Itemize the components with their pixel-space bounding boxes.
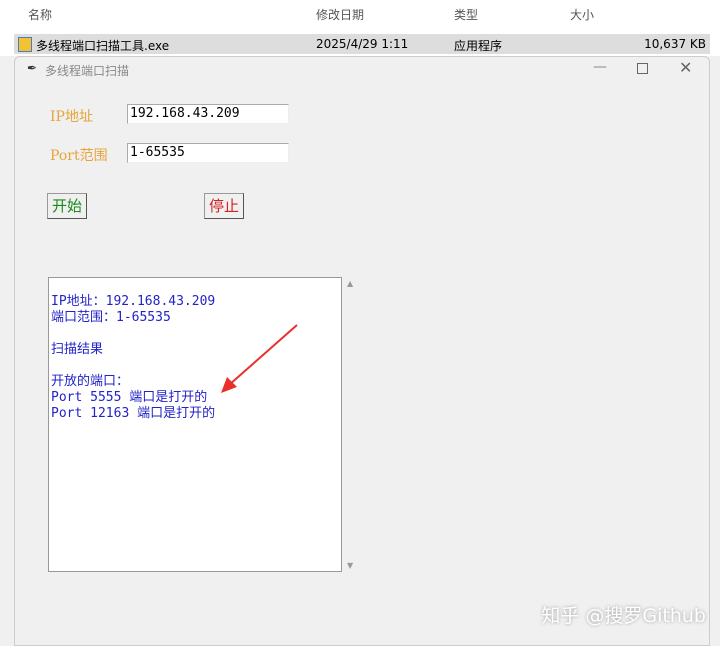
stop-button[interactable]: 停止 [204,193,245,219]
ip-label: IP地址 [50,109,93,125]
feather-icon: ✒ [27,61,38,75]
watermark: 知乎 @搜罗Github [541,605,706,627]
output-line: IP地址：192.168.43.209 [51,294,216,309]
minimize-button[interactable]: — [593,59,607,75]
ip-input[interactable]: 192.168.43.209 [127,104,289,124]
column-size[interactable]: 大小 [570,6,594,23]
file-name: 多线程端口扫描工具.exe [36,39,170,53]
file-size: 10,637 KB [644,37,706,51]
file-date: 2025/4/29 1:11 [316,37,409,51]
column-date[interactable]: 修改日期 [316,6,364,23]
scroll-down-icon[interactable]: ▼ [347,561,353,570]
window-title: 多线程端口扫描 [45,64,130,78]
scanner-window: ✒ 多线程端口扫描 — ✕ IP地址 192.168.43.209 Port范围… [14,56,710,646]
scroll-up-icon[interactable]: ▲ [347,279,353,288]
output-line: Port 12163 端口是打开的 [51,406,216,421]
close-button[interactable]: ✕ [679,58,692,77]
title-bar: ✒ 多线程端口扫描 — ✕ [15,57,709,81]
column-name[interactable]: 名称 [28,6,52,23]
maximize-button[interactable] [637,63,648,74]
column-type[interactable]: 类型 [454,6,478,23]
port-label: Port范围 [50,148,108,164]
exe-icon [18,37,32,52]
red-arrow-annotation [221,324,298,393]
file-row[interactable]: 多线程端口扫描工具.exe 2025/4/29 1:11 应用程序 10,637… [14,34,710,54]
file-type: 应用程序 [454,39,503,53]
scrollbar[interactable]: ▲ ▼ [344,277,358,572]
file-explorer: 名称 修改日期 类型 大小 多线程端口扫描工具.exe 2025/4/29 1:… [0,0,720,56]
port-input[interactable]: 1-65535 [127,143,289,163]
start-button[interactable]: 开始 [47,193,88,219]
